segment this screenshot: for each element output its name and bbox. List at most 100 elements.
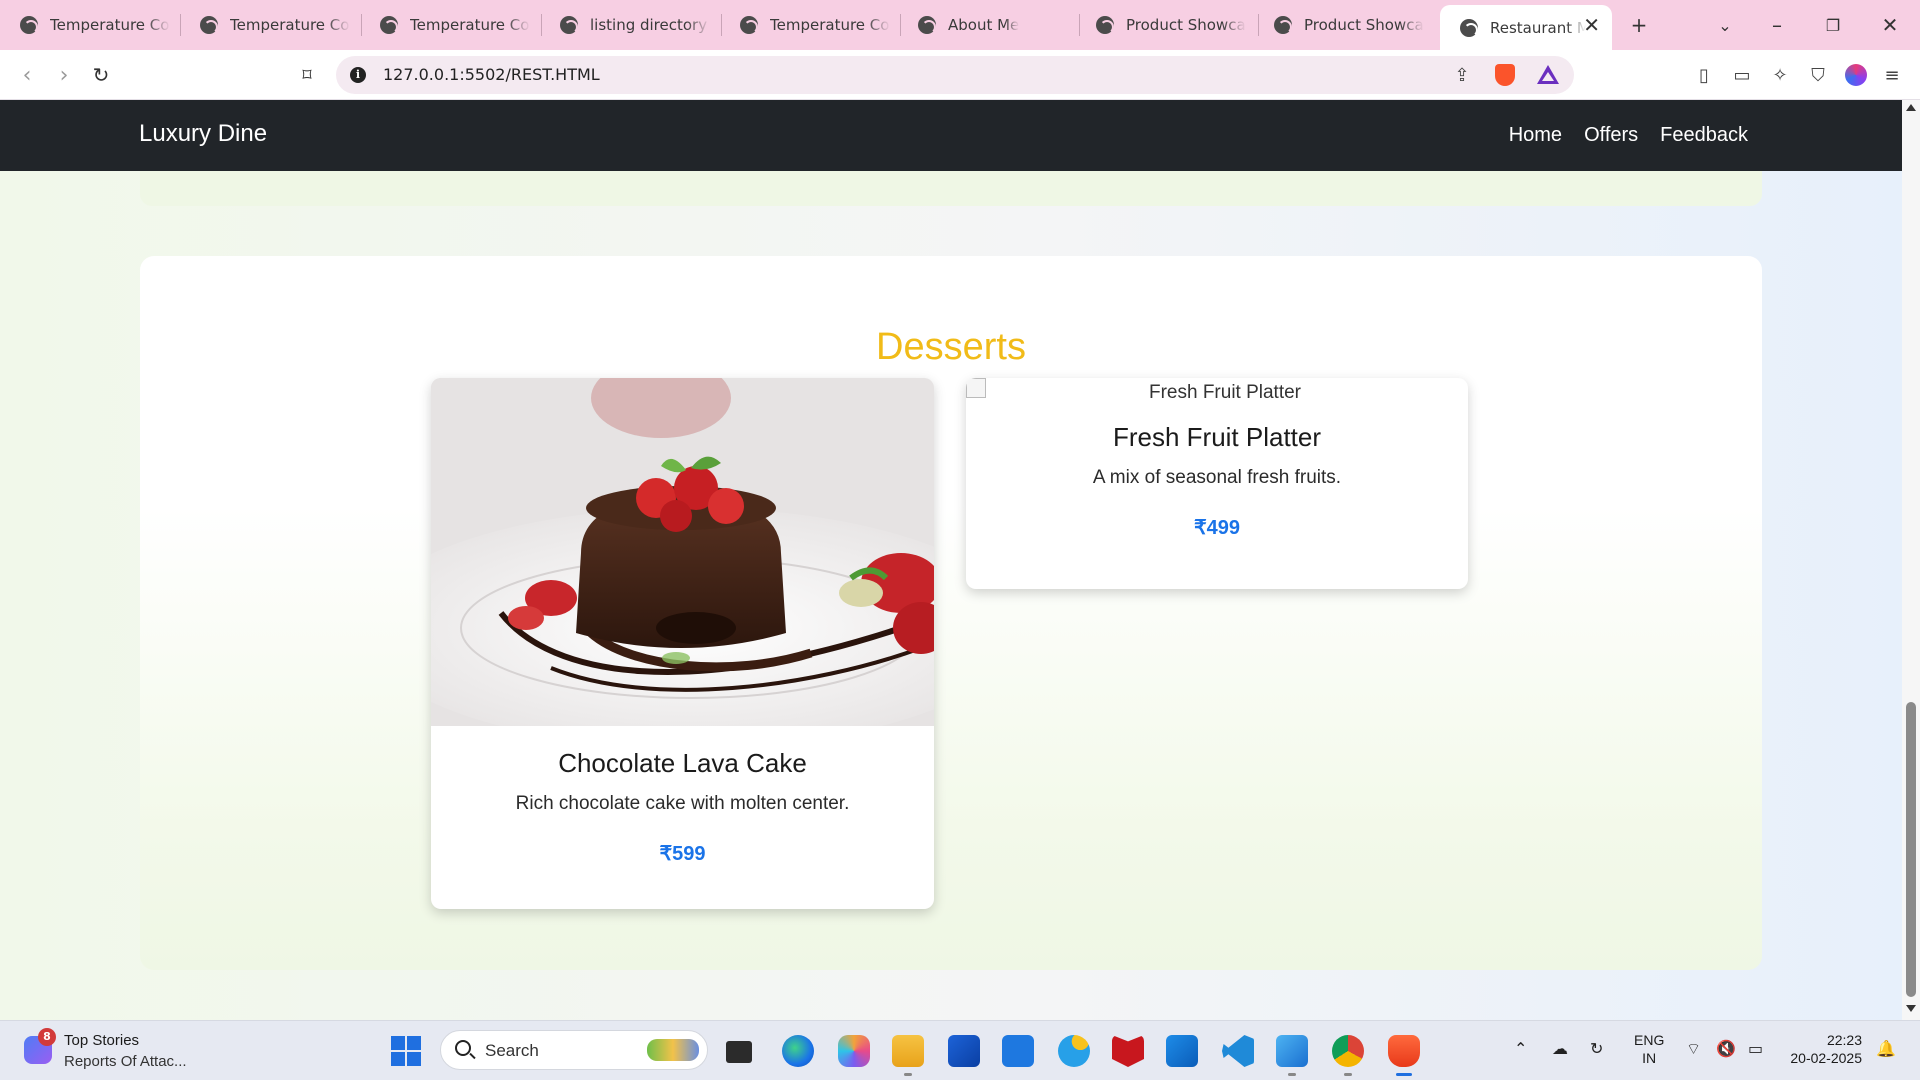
globe-icon [1096, 16, 1114, 34]
browser-tab[interactable]: About Me [898, 5, 1078, 45]
tab-title: About Me [948, 16, 1020, 34]
browser-tab[interactable]: Product Showcas [1254, 5, 1434, 45]
globe-icon [1274, 16, 1292, 34]
item-price: ₹599 [659, 843, 706, 865]
battery-icon[interactable]: ▭ [1748, 1039, 1763, 1058]
share-icon[interactable]: ⇪ [1450, 63, 1474, 87]
sidebar-icon[interactable]: ▯ [1690, 61, 1718, 89]
bookmark-icon[interactable]: ⌑ [290, 58, 324, 92]
broken-image: Fresh Fruit Platter [966, 378, 1468, 408]
address-bar[interactable]: i 127.0.0.1:5502/REST.HTML ⇪ [336, 56, 1574, 94]
language-indicator[interactable]: ENG IN [1634, 1031, 1664, 1067]
globe-icon [740, 16, 758, 34]
search-highlight-icon [647, 1039, 699, 1061]
scroll-up-arrow-icon[interactable] [1906, 104, 1916, 111]
vpn-icon[interactable]: ⛉ [1804, 61, 1832, 89]
myhp-icon[interactable] [1002, 1035, 1034, 1067]
section-title: Desserts [876, 326, 1026, 368]
outlook-icon[interactable] [1166, 1035, 1198, 1067]
volume-muted-icon[interactable]: 🔇 [1716, 1039, 1736, 1058]
browser-tab[interactable]: Temperature Con [360, 5, 540, 45]
browser-tab-active[interactable]: Restaurant M ✕ [1440, 5, 1612, 50]
chrome-icon[interactable] [1332, 1035, 1364, 1076]
leo-ai-icon[interactable]: ✧ [1766, 61, 1794, 89]
item-description: Rich chocolate cake with molten center. [515, 793, 850, 814]
item-name: Chocolate Lava Cake [558, 748, 807, 778]
windows-start-icon[interactable] [391, 1036, 421, 1066]
microsoft-store-icon[interactable] [948, 1035, 980, 1067]
browser-tab[interactable]: Temperature Con [720, 5, 900, 45]
menu-card[interactable]: Chocolate Lava Cake Rich chocolate cake … [431, 378, 934, 909]
mcafee-icon[interactable] [1112, 1035, 1144, 1067]
wifi-icon[interactable]: ⌔ [1686, 1039, 1701, 1059]
globe-icon [20, 16, 38, 34]
item-name: Fresh Fruit Platter [1112, 422, 1322, 452]
taskbar-search[interactable]: Search [440, 1030, 708, 1070]
show-hidden-icons-chevron-icon[interactable]: ⌃ [1514, 1039, 1527, 1058]
search-icon [455, 1040, 471, 1056]
windows-taskbar: 8 Top Stories Reports Of Attac... Search… [0, 1020, 1920, 1080]
task-view-icon[interactable] [726, 1041, 752, 1063]
hamburger-menu-icon[interactable]: ≡ [1878, 61, 1906, 89]
arrow-right-icon[interactable]: › [47, 58, 81, 92]
site-brand[interactable]: Luxury Dine [139, 120, 267, 148]
browser-tab[interactable]: Temperature Con [0, 5, 180, 45]
tab-title: Temperature Con [50, 16, 170, 34]
desserts-section: Desserts Chocolate Lava Cake Rich chocol… [140, 256, 1762, 970]
profile-avatar[interactable] [1845, 64, 1867, 86]
clock-date: 20-02-2025 [1790, 1050, 1862, 1066]
close-window-button[interactable]: ✕ [1873, 8, 1907, 42]
news-widget-subtitle[interactable]: Reports Of Attac... [64, 1053, 187, 1070]
browser-tab[interactable]: listing directory / [540, 5, 720, 45]
tab-search-chevron-icon[interactable]: ⌄ [1708, 8, 1742, 42]
globe-icon [200, 16, 218, 34]
reload-icon[interactable]: ↻ [84, 58, 118, 92]
vscode-icon[interactable] [1222, 1035, 1254, 1067]
page-scrollbar[interactable] [1902, 100, 1920, 1020]
restore-button[interactable]: ❐ [1816, 8, 1850, 42]
brave-browser-icon[interactable] [1388, 1035, 1420, 1076]
close-tab-icon[interactable]: ✕ [1583, 13, 1600, 37]
site-info-icon[interactable]: i [350, 67, 366, 83]
photos-icon[interactable] [1276, 1035, 1308, 1076]
item-price: ₹499 [1193, 517, 1241, 539]
url-text[interactable]: 127.0.0.1:5502/REST.HTML [383, 65, 600, 84]
tab-title: listing directory / [590, 16, 710, 34]
wallet-icon[interactable]: ▭ [1728, 61, 1756, 89]
browser-tab-strip: Temperature Con Temperature Con Temperat… [0, 0, 1920, 50]
language-code: ENG [1634, 1032, 1665, 1048]
globe-icon [918, 16, 936, 34]
arrow-left-icon[interactable]: ‹ [10, 58, 44, 92]
globe-icon [380, 16, 398, 34]
update-icon[interactable]: ↻ [1590, 1039, 1603, 1058]
lava-cake-photo [431, 378, 934, 726]
get-help-icon[interactable] [1058, 1035, 1090, 1067]
tab-title: Temperature Con [230, 16, 350, 34]
nav-link-offers[interactable]: Offers [1584, 124, 1638, 147]
file-explorer-icon[interactable] [892, 1035, 924, 1076]
page-viewport: Desserts Chocolate Lava Cake Rich chocol… [0, 100, 1902, 1020]
minimize-button[interactable]: – [1760, 8, 1794, 42]
region-code: IN [1642, 1050, 1657, 1066]
browser-tab[interactable]: Product Showcas [1076, 5, 1256, 45]
brave-shield-icon[interactable] [1495, 64, 1515, 86]
nav-link-feedback[interactable]: Feedback [1660, 124, 1748, 147]
browser-tab[interactable]: Temperature Con [180, 5, 360, 45]
menu-card[interactable]: Fresh Fruit Platter Fresh Fruit Platter … [966, 378, 1468, 589]
news-widget-title[interactable]: Top Stories [64, 1032, 139, 1049]
copilot-icon[interactable] [838, 1035, 870, 1067]
notification-bell-icon[interactable]: 🔔 [1876, 1039, 1896, 1058]
scroll-down-arrow-icon[interactable] [1906, 1005, 1916, 1012]
site-navbar: Luxury Dine Home Offers Feedback [0, 100, 1902, 171]
clock-time: 22:23 [1826, 1032, 1862, 1048]
notification-badge: 8 [38, 1028, 56, 1046]
clock[interactable]: 22:23 20-02-2025 [1786, 1031, 1862, 1067]
tab-title: Product Showcas [1304, 16, 1424, 34]
browser-toolbar: ‹ › ↻ ⌑ i 127.0.0.1:5502/REST.HTML ⇪ ▯ ▭… [0, 50, 1920, 100]
new-tab-button[interactable]: + [1622, 8, 1656, 42]
cloud-sync-icon[interactable]: ☁ [1552, 1039, 1568, 1058]
edge-icon[interactable] [782, 1035, 814, 1067]
brave-rewards-icon[interactable] [1537, 65, 1559, 84]
nav-link-home[interactable]: Home [1509, 124, 1562, 147]
scroll-thumb[interactable] [1906, 702, 1916, 997]
